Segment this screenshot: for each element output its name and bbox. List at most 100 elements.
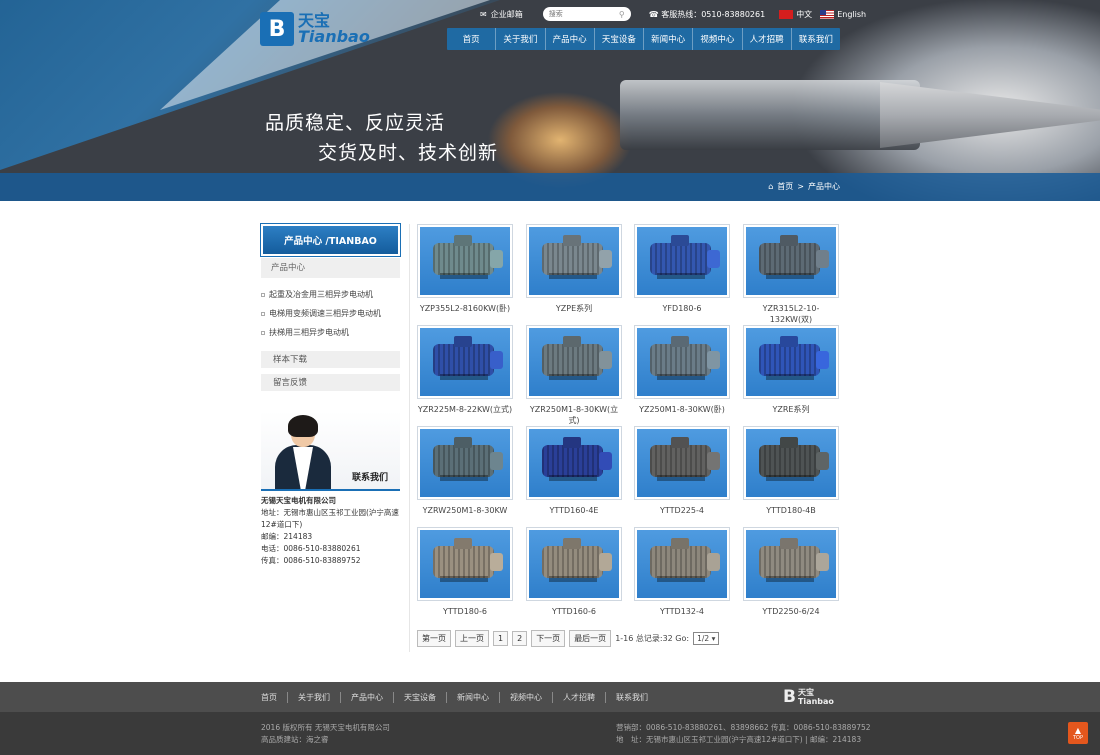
- product-image[interactable]: [417, 325, 513, 399]
- product-image[interactable]: [743, 325, 839, 399]
- product-card[interactable]: YFD180-6: [634, 224, 730, 314]
- product-name[interactable]: YTTD132-4: [634, 606, 730, 617]
- pagination: 第一页 上一页 1 2 下一页 最后一页 1-16 总记录:32 Go: 1/2…: [417, 630, 720, 647]
- product-card[interactable]: YZR250M1-8-30KW(立式): [526, 325, 622, 426]
- footer-link-video[interactable]: 视频中心: [500, 692, 553, 703]
- last-page-button[interactable]: 最后一页: [569, 630, 612, 647]
- site-logo[interactable]: B 天宝 Tianbao: [260, 12, 370, 46]
- product-image[interactable]: [417, 426, 513, 500]
- product-name[interactable]: YTTD160-6: [526, 606, 622, 617]
- product-name[interactable]: YTD2250-6/24: [743, 606, 839, 617]
- product-image[interactable]: [743, 224, 839, 298]
- search-icon[interactable]: ⚲: [619, 10, 625, 19]
- product-card[interactable]: YZRW250M1-8-30KW: [417, 426, 513, 516]
- first-page-button[interactable]: 第一页: [417, 630, 451, 647]
- product-name[interactable]: YZR250M1-8-30KW(立式): [526, 404, 622, 426]
- footer-link-equipment[interactable]: 天宝设备: [394, 692, 447, 703]
- motor-body: [432, 243, 494, 275]
- page-1-button[interactable]: 1: [493, 631, 509, 646]
- footer-link-about[interactable]: 关于我们: [288, 692, 341, 703]
- sidebar-subitem[interactable]: 扶梯用三相异步电动机: [261, 322, 400, 341]
- product-image[interactable]: [417, 527, 513, 601]
- motor-endcap: [599, 351, 612, 369]
- footer-info: 2016 版权所有 无锡天宝电机有限公司 高品质建站：海之睿 营销部：0086-…: [0, 712, 1100, 755]
- footer-link-home[interactable]: 首页: [261, 692, 288, 703]
- product-card[interactable]: YTTD160-4E: [526, 426, 622, 516]
- product-name[interactable]: YZ250M1-8-30KW(卧): [634, 404, 730, 415]
- enterprise-mail-link[interactable]: ✉ 企业邮箱: [480, 9, 523, 20]
- product-card[interactable]: YZ250M1-8-30KW(卧): [634, 325, 730, 415]
- product-card[interactable]: YTTD160-6: [526, 527, 622, 617]
- product-card[interactable]: YZP355L2-8160KW(卧): [417, 224, 513, 314]
- footer-link-jobs[interactable]: 人才招聘: [553, 692, 606, 703]
- motor-base: [656, 475, 706, 481]
- product-image[interactable]: [743, 426, 839, 500]
- banner-slogan-1: 品质稳定、反应灵活: [265, 112, 446, 134]
- product-image[interactable]: [526, 426, 622, 500]
- product-image[interactable]: [743, 527, 839, 601]
- sidebar-category[interactable]: 产品中心: [261, 258, 400, 278]
- search-input[interactable]: [548, 10, 609, 18]
- product-name[interactable]: YTTD160-4E: [526, 505, 622, 516]
- motor-base: [765, 374, 815, 380]
- nav-about[interactable]: 关于我们: [496, 28, 546, 50]
- breadcrumb-current[interactable]: 产品中心: [808, 181, 840, 192]
- motor-terminal-box: [563, 437, 582, 449]
- product-card[interactable]: YZR315L2-10-132KW(双): [743, 224, 839, 325]
- search-box[interactable]: ⚲: [542, 7, 631, 21]
- product-image[interactable]: [526, 224, 622, 298]
- footer-link-products[interactable]: 产品中心: [341, 692, 394, 703]
- next-page-button[interactable]: 下一页: [531, 630, 566, 647]
- product-image[interactable]: [634, 325, 730, 399]
- nav-products[interactable]: 产品中心: [546, 28, 595, 50]
- product-name[interactable]: YZP355L2-8160KW(卧): [417, 303, 513, 314]
- product-card[interactable]: YZRE系列: [743, 325, 839, 415]
- product-card[interactable]: YTTD225-4: [634, 426, 730, 516]
- sidebar-subitem[interactable]: 电梯用变频调速三相异步电动机: [261, 303, 400, 322]
- product-name[interactable]: YZR225M-8-22KW(立式): [417, 404, 513, 415]
- nav-equipment[interactable]: 天宝设备: [595, 28, 644, 50]
- product-name[interactable]: YTTD180-4B: [743, 505, 839, 516]
- product-image[interactable]: [634, 224, 730, 298]
- product-card[interactable]: YTTD180-6: [417, 527, 513, 617]
- sidebar-item-download[interactable]: 样本下载: [261, 351, 400, 370]
- contact-info: 无锡天宝电机有限公司 地址：无锡市惠山区玉祁工业园(沪宁高速12#道口下) 邮编…: [261, 495, 400, 567]
- product-card[interactable]: YTD2250-6/24: [743, 527, 839, 617]
- nav-jobs[interactable]: 人才招聘: [743, 28, 792, 50]
- sidebar-subitem[interactable]: 起重及冶金用三相异步电动机: [261, 284, 400, 303]
- product-card[interactable]: YZPE系列: [526, 224, 622, 314]
- product-card[interactable]: YZR225M-8-22KW(立式): [417, 325, 513, 415]
- product-name[interactable]: YZR315L2-10-132KW(双): [743, 303, 839, 325]
- motor-base: [765, 576, 815, 582]
- product-image[interactable]: [634, 527, 730, 601]
- nav-home[interactable]: 首页: [447, 28, 497, 50]
- motor-terminal-box: [671, 538, 690, 550]
- nav-contact[interactable]: 联系我们: [792, 28, 840, 50]
- lang-cn-link[interactable]: 中文: [779, 9, 812, 20]
- breadcrumb-home[interactable]: 首页: [777, 181, 793, 192]
- product-card[interactable]: YTTD132-4: [634, 527, 730, 617]
- sidebar-item-feedback[interactable]: 留言反馈: [261, 374, 400, 393]
- lang-en-link[interactable]: English: [820, 9, 866, 19]
- product-name[interactable]: YFD180-6: [634, 303, 730, 314]
- product-image[interactable]: [634, 426, 730, 500]
- page-2-button[interactable]: 2: [512, 631, 528, 646]
- prev-page-button[interactable]: 上一页: [455, 630, 489, 647]
- back-to-top-button[interactable]: ▲ TOP: [1068, 722, 1088, 744]
- product-name[interactable]: YZRE系列: [743, 404, 839, 415]
- product-image[interactable]: [526, 527, 622, 601]
- product-name[interactable]: YTTD225-4: [634, 505, 730, 516]
- footer-link-news[interactable]: 新闻中心: [447, 692, 500, 703]
- nav-video[interactable]: 视频中心: [693, 28, 743, 50]
- nav-news[interactable]: 新闻中心: [644, 28, 694, 50]
- product-name[interactable]: YZRW250M1-8-30KW: [417, 505, 513, 516]
- product-image[interactable]: [417, 224, 513, 298]
- motor-body: [649, 445, 711, 477]
- page-select[interactable]: 1/2 ▾: [693, 632, 720, 645]
- product-image[interactable]: [526, 325, 622, 399]
- product-card[interactable]: YTTD180-4B: [743, 426, 839, 516]
- product-name[interactable]: YZPE系列: [526, 303, 622, 314]
- motor-endcap: [816, 351, 829, 369]
- footer-link-contact[interactable]: 联系我们: [606, 692, 658, 703]
- product-name[interactable]: YTTD180-6: [417, 606, 513, 617]
